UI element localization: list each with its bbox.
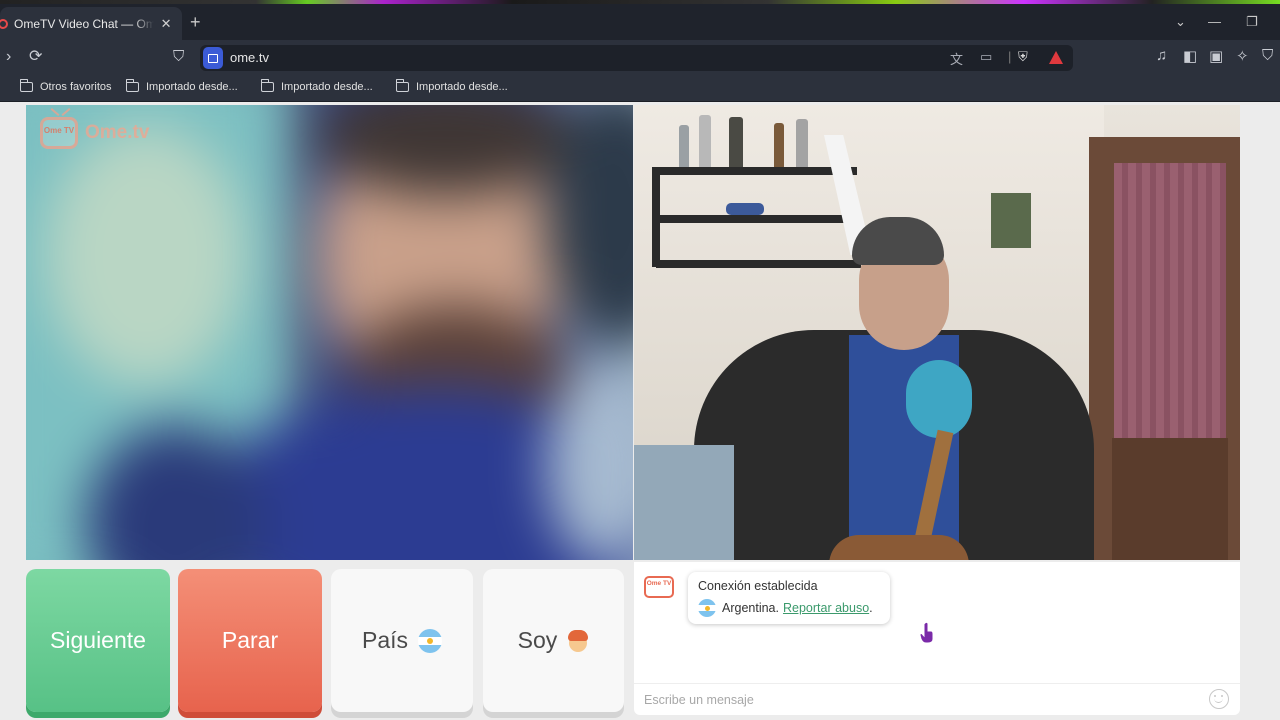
tv-icon: Ome TV [40,117,78,149]
bookmark-icon[interactable]: ⛉ [173,48,184,66]
bookmark-folder[interactable]: Otros favoritos [19,79,112,93]
tab-bar: OmeTV Video Chat — Omegle ✕ + ⌄ — ❐ [0,4,1280,40]
argentina-flag-icon [418,628,443,653]
remote-video-feed [634,105,1240,560]
gender-label: Soy [517,627,558,653]
folder-icon [125,79,139,92]
restore-icon[interactable]: ❐ [1246,14,1258,30]
bed [634,445,734,560]
message-input[interactable] [644,690,1184,710]
tab-close-icon[interactable]: ✕ [158,16,174,32]
vpn-icon[interactable]: ⛉ [1262,47,1273,64]
shelf [656,260,861,268]
shelf [652,215,857,223]
divider: | [1008,49,1012,64]
tab-search-chevron-icon[interactable]: ⌄ [1175,14,1186,30]
bookmark-folder[interactable]: Importado desde... [395,79,508,93]
country-name: Argentina. [722,601,779,615]
stop-button[interactable]: Parar [178,569,322,712]
cast-icon[interactable]: ▭ [980,49,992,65]
bottle [796,119,808,167]
country-label: País [361,627,409,653]
system-message: Conexión establecida Argentina. Reportar… [688,572,934,644]
next-button[interactable]: Siguiente [26,569,170,712]
new-tab-button[interactable]: + [190,13,201,31]
bookmark-folder[interactable]: Importado desde... [125,79,238,93]
boy-emoji-icon [567,629,589,653]
ometv-page: Ome TV Ome.tv Siguiente Parar País Soy O… [0,103,1280,720]
camera-permission-icon[interactable] [203,47,223,69]
reload-icon[interactable]: ⟳ [29,48,42,66]
brave-rewards-icon[interactable] [1049,51,1063,64]
curtain [1114,163,1226,438]
stop-label: Parar [221,627,279,653]
pointer-hand-cursor-icon [920,622,934,644]
wall-poster [991,193,1031,248]
ometv-chat-logo-icon: Ome TV [644,576,674,598]
chat-panel: Ome TV Conexión establecida Argentina. R… [634,562,1240,715]
url-text: ome.tv [230,50,270,65]
folder-icon [260,79,274,92]
toy-car [726,203,764,215]
bottle [699,115,711,167]
logo-text: Ome.tv [85,122,150,143]
door-lower [1112,438,1228,560]
bookmark-label: Importado desde... [281,81,373,93]
tab-title: OmeTV Video Chat — Omegle [14,16,155,31]
bookmark-folder[interactable]: Importado desde... [260,79,373,93]
shelf-side [652,167,660,267]
bookmark-label: Importado desde... [416,81,508,93]
address-bar[interactable]: ome.tv 文 ▭ | ⛨ [200,45,1073,71]
wallet-icon[interactable]: ▣ [1209,47,1223,65]
bowl [829,535,969,560]
forward-icon[interactable]: › [6,48,11,66]
translate-icon[interactable]: 文 [950,49,963,68]
bookmark-label: Otros favoritos [40,81,112,93]
tab-ometv[interactable]: OmeTV Video Chat — Omegle ✕ [0,7,182,40]
report-suffix: . [869,601,873,615]
stranger-country-row: Argentina. Reportar abuso. [698,599,880,617]
country-filter-button[interactable]: País [331,569,473,712]
gender-button[interactable]: Soy [483,569,624,712]
connection-status: Conexión establecida [698,579,818,593]
report-abuse-link[interactable]: Reportar abuso [783,601,869,615]
next-label: Siguiente [50,627,146,653]
shelf [652,167,857,175]
recording-favicon-icon [0,18,8,29]
bottle [679,125,689,167]
message-composer [634,683,1240,715]
bottle [729,117,743,167]
bottle [774,123,784,167]
brave-shields-icon[interactable]: ⛨ [1018,49,1028,65]
folder-icon [19,79,33,92]
local-video-feed: Ome TV Ome.tv [26,105,633,560]
media-icon[interactable]: ♫ [1156,47,1167,64]
leo-ai-icon[interactable]: ✧ [1236,47,1249,65]
bookmarks-bar: Otros favoritos Importado desde... Impor… [0,74,1280,102]
browser-toolbar: › ⟳ ⛉ ome.tv 文 ▭ | ⛨ ♫ ◧ ▣ ✧ ⛉ [0,40,1280,74]
ometv-logo: Ome TV Ome.tv [40,117,149,149]
sidebar-icon[interactable]: ◧ [1183,47,1197,65]
smiley-icon[interactable] [1209,689,1229,709]
blue-ball [906,360,972,438]
minimize-icon[interactable]: — [1208,14,1221,29]
folder-icon [395,79,409,92]
blurred-camera-image [26,105,633,560]
argentina-flag-icon [698,599,716,617]
bookmark-label: Importado desde... [146,81,238,93]
